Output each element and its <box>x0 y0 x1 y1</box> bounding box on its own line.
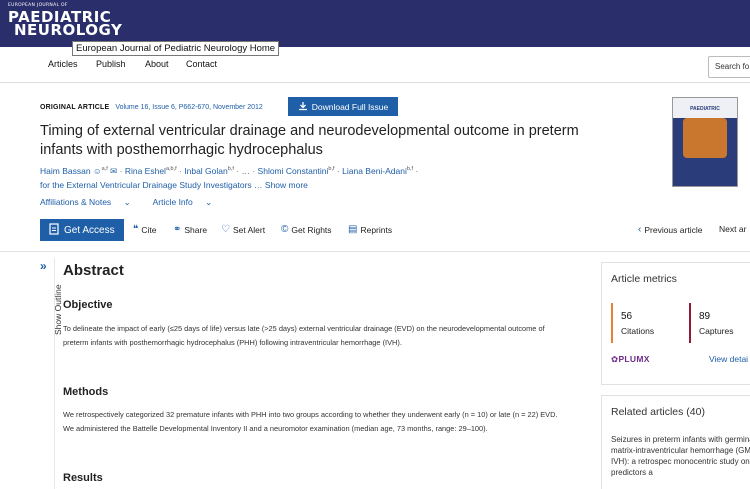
captures-metric[interactable]: 89 Captures <box>689 303 750 343</box>
view-details-link[interactable]: View detai <box>709 354 748 364</box>
author-ellipsis: … <box>241 165 250 176</box>
citations-metric[interactable]: 56 Citations <box>611 303 683 343</box>
journal-header: EUROPEAN JOURNAL OF PAEDIATRIC NEUROLOGY <box>0 0 750 47</box>
outline-rule <box>54 258 55 489</box>
chevron-left-icon: ‹ <box>638 224 642 235</box>
double-chevron-right-icon[interactable]: » <box>40 259 47 273</box>
share-button[interactable]: ⚭ Share <box>173 224 207 235</box>
results-heading: Results <box>63 472 103 484</box>
metrics-heading: Article metrics <box>611 273 677 285</box>
pdf-icon <box>49 222 59 238</box>
cover-illustration <box>683 118 727 158</box>
copyright-icon: © <box>281 224 289 235</box>
related-heading: Related articles (40) <box>611 406 705 418</box>
article-meta: ORIGINAL ARTICLE Volume 16, Issue 6, P662… <box>40 104 263 111</box>
document-icon: ▤ <box>348 224 358 235</box>
objective-heading: Objective <box>63 299 113 311</box>
related-articles-card: Related articles (40) Seizures in preter… <box>601 395 750 489</box>
plumx-logo[interactable]: ✿PLUMX <box>611 354 650 365</box>
get-access-button[interactable]: Get Access <box>40 219 124 241</box>
logo-line2: NEUROLOGY <box>14 20 123 39</box>
download-full-issue-button[interactable]: Download Full Issue <box>288 97 398 116</box>
cite-button[interactable]: ❝ Cite <box>133 224 157 235</box>
author-list: Haim Bassan ☺a,f ✉ · Rina Eshela,b,f · I… <box>40 165 419 190</box>
person-icon: ☺ <box>92 165 102 176</box>
related-article-link[interactable]: Seizures in preterm infants with germina… <box>611 434 750 478</box>
journal-cover-image[interactable]: PAEDIATRIC <box>672 97 738 187</box>
bell-icon: ♡ <box>221 224 230 235</box>
chevron-down-icon: ⌄ <box>123 197 131 207</box>
captures-count: 89 <box>699 311 711 322</box>
set-alert-button[interactable]: ♡ Set Alert <box>221 224 265 235</box>
article-metrics-card: Article metrics 56 Citations 89 Captures… <box>601 262 750 385</box>
author-link[interactable]: Rina Eshel <box>125 166 166 176</box>
article-type: ORIGINAL ARTICLE <box>40 104 110 111</box>
author-link[interactable]: Haim Bassan <box>40 166 91 176</box>
methods-heading: Methods <box>63 386 109 398</box>
get-access-label: Get Access <box>64 224 115 236</box>
download-icon <box>298 101 308 113</box>
affiliation-row: Affiliations & Notes ⌄ Article Info ⌄ <box>40 197 232 208</box>
author-link[interactable]: Liana Beni-Adani <box>342 166 407 176</box>
section-divider <box>0 251 750 252</box>
nav-contact[interactable]: Contact <box>186 59 217 69</box>
abstract-heading: Abstract <box>63 262 124 279</box>
get-rights-button[interactable]: © Get Rights <box>281 224 332 235</box>
article-actions: Get Access ❝ Cite ⚭ Share ♡ Set Alert © Get … <box>40 219 750 241</box>
study-group-link[interactable]: for the External Ventricular Drainage St… <box>40 180 252 190</box>
logo-tooltip: European Journal of Pediatric Neurology … <box>72 41 280 56</box>
article-info-toggle[interactable]: Article Info ⌄ <box>153 197 223 207</box>
reprints-button[interactable]: ▤ Reprints <box>348 224 392 235</box>
next-article-link[interactable]: Next ar <box>719 224 746 234</box>
methods-text: We retrospectively categorized 32 premat… <box>63 410 558 433</box>
affiliations-toggle[interactable]: Affiliations & Notes ⌄ <box>40 197 141 207</box>
author-link[interactable]: Shlomi Constantini <box>258 166 329 176</box>
nav-about[interactable]: About <box>145 59 169 69</box>
download-label: Download Full Issue <box>311 101 389 112</box>
email-icon[interactable]: ✉ <box>110 166 117 176</box>
article-title: Timing of external ventricular drainage … <box>40 123 579 158</box>
chevron-down-icon: ⌄ <box>205 197 213 207</box>
previous-article-link[interactable]: ‹ Previous article <box>638 224 702 235</box>
journal-logo[interactable]: EUROPEAN JOURNAL OF PAEDIATRIC NEUROLOGY <box>8 3 123 39</box>
author-link[interactable]: Inbal Golan <box>184 166 227 176</box>
nav-publish[interactable]: Publish <box>96 59 126 69</box>
objective-text: To delineate the impact of early (≤25 da… <box>63 324 545 347</box>
citations-count: 56 <box>621 311 633 322</box>
citations-label: Citations <box>621 326 655 336</box>
share-icon: ⚭ <box>173 224 182 235</box>
volume-link[interactable]: Volume 16, Issue 6, P662-670, November 2… <box>115 104 262 111</box>
search-input[interactable]: Search fo <box>708 56 750 78</box>
captures-label: Captures <box>699 326 734 336</box>
nav-articles[interactable]: Articles <box>48 59 78 69</box>
quote-icon: ❝ <box>133 224 139 235</box>
show-more-link[interactable]: … Show more <box>254 180 308 190</box>
cover-title: PAEDIATRIC <box>690 106 720 112</box>
